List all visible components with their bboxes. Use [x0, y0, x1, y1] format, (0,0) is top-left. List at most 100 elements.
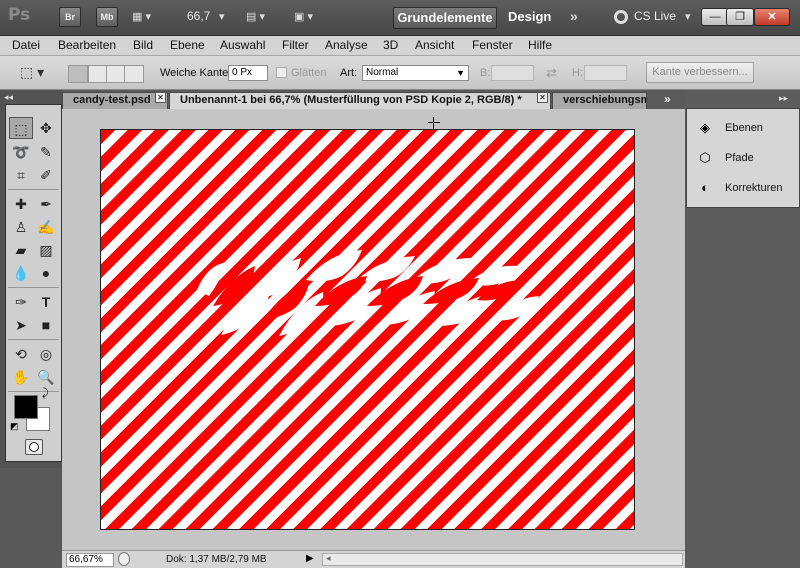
toolbox: ⬚ ✥ ➰ ✎ ⌗ ✐ ✚ ✒ ♙ ✍ ▰ ▨ 💧 ● ✑ T ➤ ■ ⟲ ◎ … — [5, 104, 62, 462]
clone-stamp-tool-icon[interactable]: ♙ — [9, 216, 33, 238]
add-to-selection-icon[interactable] — [88, 65, 108, 83]
menu-bild[interactable]: Bild — [133, 38, 153, 52]
adjustments-icon: ◐ — [701, 180, 709, 195]
refine-edge-button[interactable]: Kante verbessern... — [646, 62, 754, 83]
pen-tool-icon[interactable]: ✑ — [9, 291, 33, 313]
distorted-stripe-region — [197, 250, 539, 336]
default-colors-icon[interactable]: ◩ — [10, 421, 19, 432]
tab-unbenannt-1[interactable]: Unbenannt-1 bei 66,7% (Musterfüllung von… — [169, 92, 551, 110]
collapse-tools-icon[interactable]: ◂◂ — [4, 92, 13, 103]
status-info-icon[interactable] — [118, 552, 130, 566]
zoom-percentage-field[interactable]: 66,67% — [66, 553, 114, 567]
arrange-documents-icon[interactable]: ▤ ▾ — [246, 7, 276, 27]
crosshair-cursor-icon — [428, 117, 440, 129]
cs-live-icon — [614, 10, 628, 24]
workspace-more-icon[interactable]: » — [570, 8, 578, 24]
close-tab-icon[interactable]: ✕ — [155, 92, 166, 103]
mini-bridge-button[interactable]: Mb — [96, 7, 118, 27]
chevron-down-icon: ▼ — [456, 68, 465, 78]
eraser-tool-icon[interactable]: ▰ — [9, 239, 33, 261]
tab-candy-test[interactable]: candy-test.psd — [62, 92, 168, 109]
tool-divider — [8, 391, 59, 392]
subtract-selection-icon[interactable] — [106, 65, 126, 83]
zoom-tool-icon[interactable]: 🔍 — [34, 366, 58, 388]
healing-brush-tool-icon[interactable]: ✚ — [9, 193, 33, 215]
quick-mask-icon — [29, 442, 39, 452]
screen-mode-icon[interactable]: ▣ ▾ — [294, 7, 328, 27]
menu-auswahl[interactable]: Auswahl — [220, 38, 265, 52]
status-bar: 66,67% Dok: 1,37 MB/2,79 MB ▶ ◂ — [62, 550, 685, 568]
menu-ebene[interactable]: Ebene — [170, 38, 205, 52]
style-select[interactable]: Normal ▼ — [362, 65, 469, 81]
panel-pfade[interactable]: ⬡ Pfade — [695, 146, 795, 170]
zoom-level-select[interactable]: 66,7 — [187, 9, 210, 23]
menu-analyse[interactable]: Analyse — [325, 38, 368, 52]
gradient-tool-icon[interactable]: ▨ — [34, 239, 58, 261]
antialias-checkbox[interactable] — [276, 67, 287, 78]
workspace-design-button[interactable]: Design — [508, 9, 551, 24]
3d-rotate-tool-icon[interactable]: ⟲ — [9, 343, 33, 365]
more-tabs-icon[interactable]: » — [664, 92, 671, 106]
photoshop-logo: Ps — [8, 5, 31, 25]
blur-tool-icon[interactable]: 💧 — [9, 262, 33, 284]
swap-colors-icon[interactable]: ⤸ — [42, 387, 49, 400]
new-selection-icon[interactable] — [68, 65, 88, 83]
feather-label: Weiche Kante: — [160, 67, 232, 79]
tool-divider — [8, 189, 59, 190]
marquee-tool-icon[interactable]: ⬚ — [9, 117, 33, 139]
tool-preset-marquee-icon[interactable]: ⬚ ▾ — [20, 62, 44, 82]
intersect-selection-icon[interactable] — [124, 65, 144, 83]
dodge-tool-icon[interactable]: ● — [34, 262, 58, 284]
menu-3d[interactable]: 3D — [383, 38, 398, 52]
3d-orbit-tool-icon[interactable]: ◎ — [34, 343, 58, 365]
path-selection-tool-icon[interactable]: ➤ — [9, 314, 33, 336]
panel-label: Ebenen — [725, 122, 763, 134]
status-menu-arrow-icon[interactable]: ▶ — [306, 553, 314, 564]
swap-dimensions-icon[interactable]: ⇄ — [546, 65, 557, 81]
history-brush-tool-icon[interactable]: ✍ — [34, 216, 58, 238]
scroll-left-icon[interactable]: ◂ — [326, 553, 331, 564]
document-size-info: Dok: 1,37 MB/2,79 MB — [166, 554, 267, 565]
menu-ansicht[interactable]: Ansicht — [415, 38, 454, 52]
bridge-button[interactable]: Br — [59, 7, 81, 27]
antialias-label: Glätten — [291, 67, 327, 79]
minimize-button[interactable]: — — [701, 8, 729, 26]
height-input[interactable] — [584, 65, 627, 81]
width-input[interactable] — [491, 65, 534, 81]
lasso-tool-icon[interactable]: ➰ — [9, 141, 33, 163]
quick-mask-button[interactable] — [25, 439, 43, 455]
menu-hilfe[interactable]: Hilfe — [528, 38, 552, 52]
menu-filter[interactable]: Filter — [282, 38, 309, 52]
panel-ebenen[interactable]: ◈ Ebenen — [695, 116, 795, 140]
type-tool-icon[interactable]: T — [34, 291, 58, 313]
restore-button[interactable]: ❐ — [726, 8, 754, 26]
eyedropper-tool-icon[interactable]: ✐ — [34, 164, 58, 186]
tab-label: candy-test.psd — [73, 94, 151, 106]
move-tool-icon[interactable]: ✥ — [34, 117, 58, 139]
hand-tool-icon[interactable]: ✋ — [9, 366, 33, 388]
menu-bearbeiten[interactable]: Bearbeiten — [58, 38, 116, 52]
feather-input[interactable]: 0 Px — [228, 65, 268, 81]
quick-selection-tool-icon[interactable]: ✎ — [34, 141, 58, 163]
zoom-dropdown-icon[interactable]: ▾ — [219, 7, 225, 27]
rectangle-tool-icon[interactable]: ■ — [34, 314, 58, 336]
panel-korrekturen[interactable]: ◐ Korrekturen — [695, 176, 795, 200]
tab-verschiebungsmatrix[interactable]: verschiebungsm — [552, 92, 647, 109]
expand-panels-icon[interactable]: ▸▸ — [779, 93, 788, 104]
menu-fenster[interactable]: Fenster — [472, 38, 513, 52]
view-extras-icon[interactable]: ▦ ▾ — [132, 7, 162, 27]
cs-live-button[interactable]: CS Live — [634, 9, 676, 23]
application-bar: Ps Br Mb ▦ ▾ 66,7 ▾ ▤ ▾ ▣ ▾ Grundelement… — [0, 0, 800, 36]
cs-live-dropdown-icon[interactable]: ▾ — [685, 7, 691, 27]
brush-tool-icon[interactable]: ✒ — [34, 193, 58, 215]
tool-divider — [8, 339, 59, 340]
horizontal-scrollbar[interactable]: ◂ — [322, 553, 683, 566]
workspace-essentials-button[interactable]: Grundelemente — [393, 7, 497, 29]
collapsed-panels: ◈ Ebenen ⬡ Pfade ◐ Korrekturen — [686, 108, 800, 208]
crop-tool-icon[interactable]: ⌗ — [9, 164, 33, 186]
close-tab-icon[interactable]: ✕ — [537, 92, 548, 103]
image-canvas[interactable] — [100, 129, 635, 530]
menu-datei[interactable]: Datei — [12, 38, 40, 52]
foreground-color-swatch[interactable] — [14, 395, 38, 419]
close-window-button[interactable]: ✕ — [754, 8, 790, 26]
